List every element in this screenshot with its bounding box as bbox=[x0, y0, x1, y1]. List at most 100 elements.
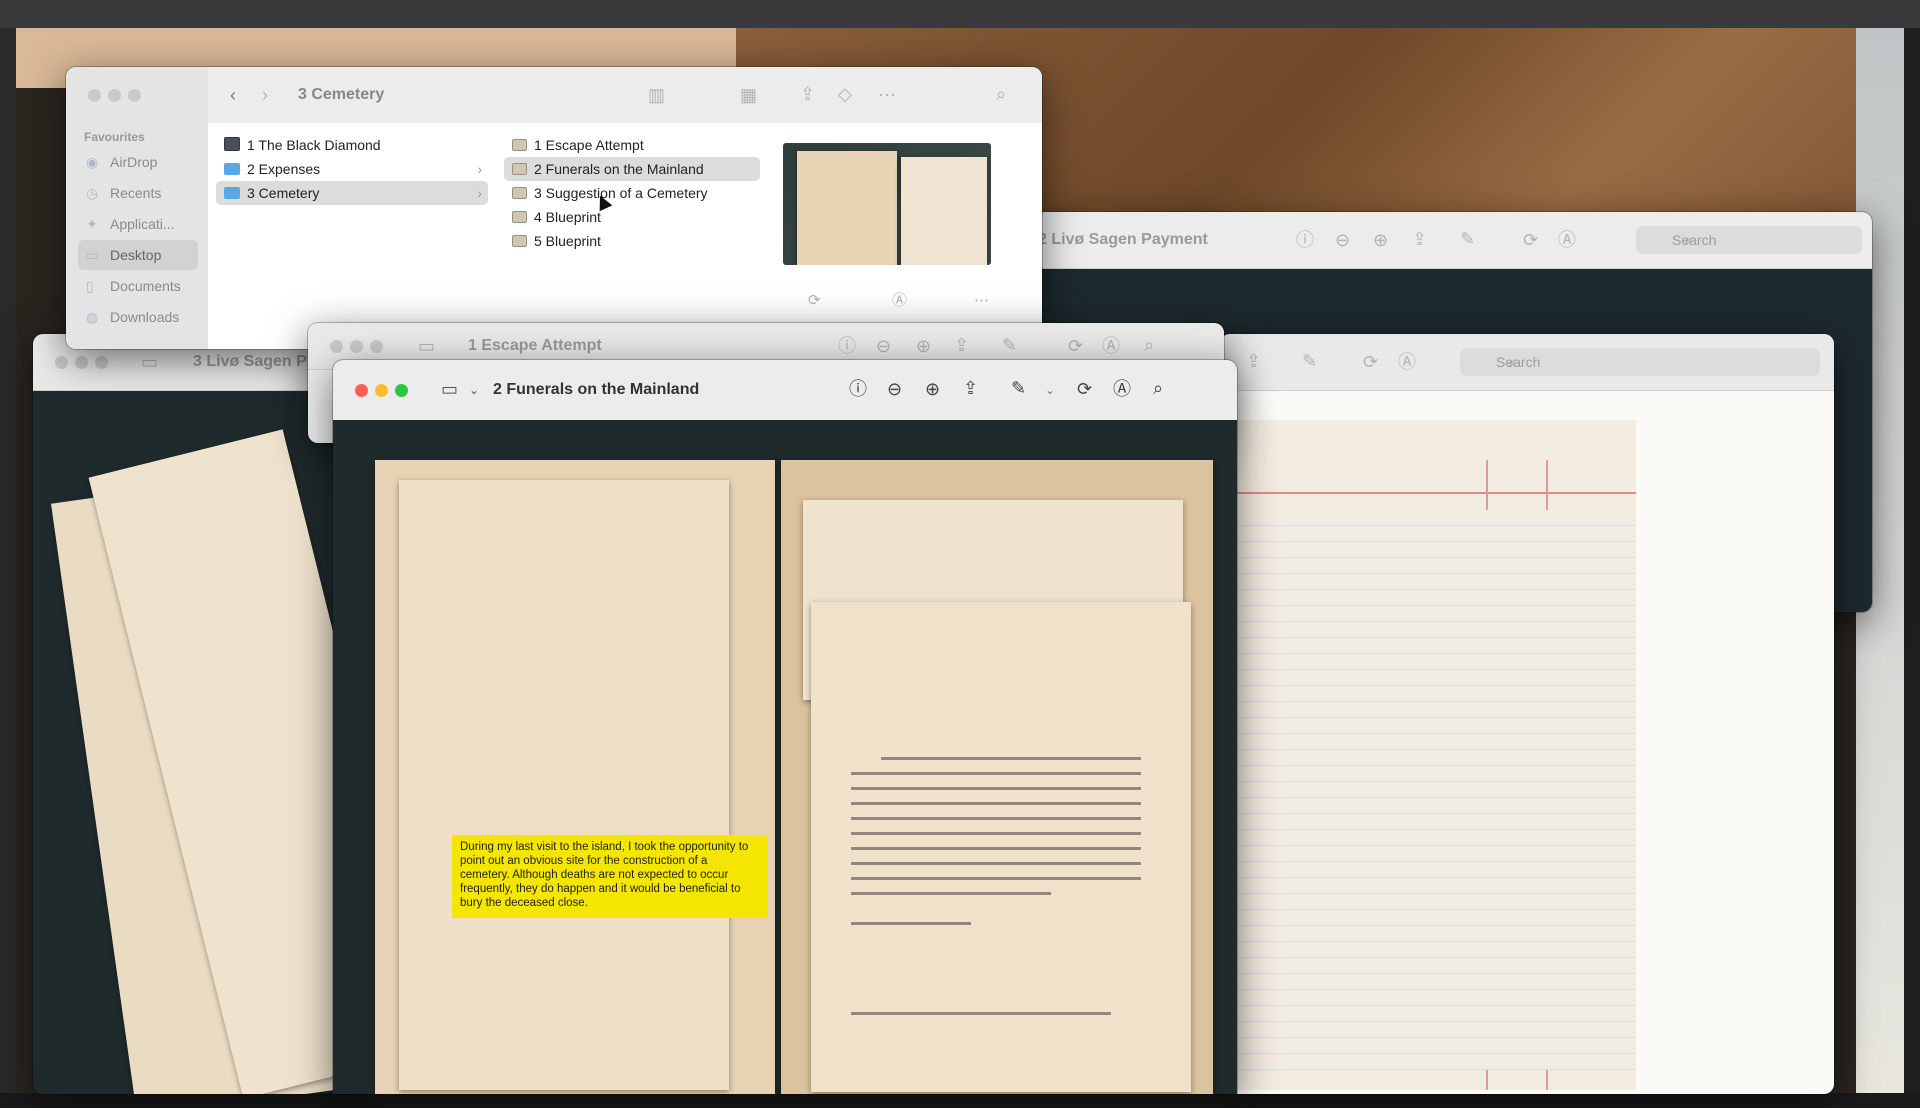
markup-pen-icon[interactable]: ✎ bbox=[1011, 378, 1026, 398]
list-item[interactable]: 3 Suggestion of a Cemetery bbox=[504, 181, 760, 205]
sidebar-item-applications[interactable]: ✦ Applicati... bbox=[78, 209, 198, 239]
share-icon[interactable]: ⇪ bbox=[1412, 229, 1427, 249]
close-button[interactable] bbox=[55, 356, 68, 369]
zoom-button[interactable] bbox=[370, 340, 383, 353]
search-icon[interactable]: ⌕ bbox=[996, 84, 1006, 104]
zoom-out-icon[interactable]: ⊖ bbox=[1335, 230, 1350, 250]
preview-window-livo-left[interactable]: ▭ 3 Livø Sagen P bbox=[33, 334, 363, 1094]
sidebar-toggle-icon[interactable]: ▭ bbox=[418, 336, 435, 356]
list-item-label: 4 Blueprint bbox=[534, 209, 601, 225]
zoom-button[interactable] bbox=[395, 384, 408, 397]
markup-icon[interactable]: Ⓐ bbox=[892, 291, 907, 311]
markup-icon[interactable]: Ⓐ bbox=[1558, 230, 1576, 250]
zoom-button[interactable] bbox=[95, 356, 108, 369]
sidebar-item-label: Recents bbox=[110, 185, 162, 201]
minimize-button[interactable] bbox=[75, 356, 88, 369]
minimize-button[interactable] bbox=[375, 384, 388, 397]
zoom-in-icon[interactable]: ⊕ bbox=[925, 379, 940, 399]
finder-toolbar[interactable]: ‹ › 3 Cemetery ▥ ▦ ⇪ ◇ ⋯ ⌕ bbox=[208, 67, 1042, 124]
minimize-button[interactable] bbox=[350, 340, 363, 353]
sidebar-item-recents[interactable]: ◷ Recents bbox=[78, 178, 198, 208]
close-button[interactable] bbox=[88, 89, 101, 102]
preview-window-ledger[interactable]: ⇪ ✎ ⟳ Ⓐ ⌕ Search bbox=[1220, 334, 1834, 1094]
tag-icon[interactable]: ◇ bbox=[838, 84, 852, 104]
info-icon[interactable]: ⓘ bbox=[838, 336, 856, 356]
info-icon[interactable]: ⓘ bbox=[1296, 230, 1314, 250]
sidebar-item-label: Desktop bbox=[110, 247, 162, 263]
back-icon[interactable]: ‹ bbox=[230, 85, 236, 105]
image-file-icon bbox=[512, 187, 527, 199]
sidebar-toggle-icon[interactable]: ▭ bbox=[441, 379, 458, 399]
markup-pen-icon[interactable]: ✎ bbox=[1460, 229, 1475, 249]
more-icon[interactable]: ⋯ bbox=[974, 291, 989, 311]
list-item[interactable]: 4 Blueprint bbox=[504, 205, 760, 229]
zoom-in-icon[interactable]: ⊕ bbox=[1373, 230, 1388, 250]
sidebar-item-desktop[interactable]: ▭ Desktop bbox=[78, 240, 198, 270]
chevron-down-icon[interactable]: ⌄ bbox=[1045, 380, 1055, 400]
annotation-note[interactable]: During my last visit to the island, I to… bbox=[452, 835, 768, 918]
share-icon[interactable]: ⇪ bbox=[954, 335, 969, 355]
finder-window[interactable]: Favourites ◉ AirDrop ◷ Recents ✦ Applicati.… bbox=[66, 67, 1042, 349]
sidebar-item-airdrop[interactable]: ◉ AirDrop bbox=[78, 147, 198, 177]
rotate-icon[interactable]: ⟳ bbox=[808, 291, 821, 311]
text-line bbox=[851, 832, 1141, 835]
list-item-label: 2 Funerals on the Mainland bbox=[534, 161, 704, 177]
group-icon[interactable]: ▦ bbox=[740, 85, 757, 105]
share-icon[interactable]: ⇪ bbox=[963, 378, 978, 398]
list-item[interactable]: 3 Cemetery › bbox=[216, 181, 488, 205]
finder-column-2: 1 Escape Attempt 2 Funerals on the Mainl… bbox=[496, 123, 769, 349]
close-button[interactable] bbox=[330, 340, 343, 353]
thumbnail-page bbox=[797, 151, 897, 265]
list-item[interactable]: 1 Escape Attempt bbox=[504, 133, 760, 157]
document-icon: ▯ bbox=[86, 278, 94, 294]
zoom-out-icon[interactable]: ⊖ bbox=[887, 379, 902, 399]
list-item[interactable]: 2 Expenses › bbox=[216, 157, 488, 181]
list-item-label: 5 Blueprint bbox=[534, 233, 601, 249]
window-titlebar[interactable]: ▭ ⌄ 2 Funerals on the Mainland ⓘ ⊖ ⊕ ⇪ ✎… bbox=[333, 360, 1237, 421]
markup-icon[interactable]: Ⓐ bbox=[1102, 336, 1120, 356]
search-icon[interactable]: ⌕ bbox=[1144, 335, 1154, 355]
finder-column-1: 1 The Black Diamond 2 Expenses › 3 Cemete… bbox=[208, 123, 497, 349]
view-columns-icon[interactable]: ▥ bbox=[648, 85, 665, 105]
rotate-icon[interactable]: ⟳ bbox=[1077, 379, 1092, 399]
rotate-icon[interactable]: ⟳ bbox=[1363, 352, 1378, 372]
window-titlebar[interactable]: 2 Livø Sagen Payment ⓘ ⊖ ⊕ ⇪ ✎ ⟳ Ⓐ ⌕ Sea… bbox=[990, 212, 1872, 269]
zoom-in-icon[interactable]: ⊕ bbox=[916, 336, 931, 356]
sidebar-heading: Favourites bbox=[84, 130, 145, 144]
share-icon[interactable]: ⇪ bbox=[800, 84, 815, 104]
search-input[interactable]: ⌕ Search bbox=[1460, 348, 1820, 376]
forward-icon[interactable]: › bbox=[262, 85, 268, 105]
list-item[interactable]: 2 Funerals on the Mainland bbox=[504, 157, 760, 181]
window-titlebar[interactable]: ⇪ ✎ ⟳ Ⓐ ⌕ Search bbox=[1220, 334, 1834, 391]
markup-pen-icon[interactable]: ✎ bbox=[1002, 335, 1017, 355]
zoom-out-icon[interactable]: ⊖ bbox=[876, 336, 891, 356]
list-item-label: 1 The Black Diamond bbox=[247, 137, 381, 153]
search-input[interactable]: ⌕ Search bbox=[1636, 226, 1862, 254]
chevron-down-icon[interactable]: ⌄ bbox=[469, 380, 479, 400]
zoom-button[interactable] bbox=[128, 89, 141, 102]
markup-pen-icon[interactable]: ✎ bbox=[1302, 351, 1317, 371]
list-item[interactable]: 1 The Black Diamond bbox=[216, 133, 488, 157]
rotate-icon[interactable]: ⟳ bbox=[1523, 230, 1538, 250]
markup-icon[interactable]: Ⓐ bbox=[1113, 379, 1131, 399]
list-item-label: 2 Expenses bbox=[247, 161, 321, 177]
sidebar-item-downloads[interactable]: ◍ Downloads bbox=[78, 302, 198, 332]
info-icon[interactable]: ⓘ bbox=[849, 379, 867, 399]
search-icon[interactable]: ⌕ bbox=[1153, 378, 1163, 398]
rotate-icon[interactable]: ⟳ bbox=[1068, 336, 1083, 356]
close-button[interactable] bbox=[355, 384, 368, 397]
search-icon: ⌕ bbox=[1684, 232, 1692, 248]
share-icon[interactable]: ⇪ bbox=[1246, 351, 1261, 371]
more-icon[interactable]: ⋯ bbox=[878, 85, 896, 105]
sidebar-item-label: Documents bbox=[110, 278, 181, 294]
list-item[interactable]: 5 Blueprint bbox=[504, 229, 760, 253]
sidebar-toggle-icon[interactable]: ▭ bbox=[141, 352, 158, 372]
text-line bbox=[851, 772, 1141, 775]
minimize-button[interactable] bbox=[108, 89, 121, 102]
image-icon bbox=[224, 137, 240, 151]
sidebar-item-documents[interactable]: ▯ Documents bbox=[78, 271, 198, 301]
markup-icon[interactable]: Ⓐ bbox=[1398, 352, 1416, 372]
finder-preview-pane: ⟳ Ⓐ ⋯ bbox=[768, 123, 1042, 349]
document-letter-front bbox=[811, 602, 1191, 1092]
preview-window-funerals[interactable]: ▭ ⌄ 2 Funerals on the Mainland ⓘ ⊖ ⊕ ⇪ ✎… bbox=[333, 360, 1237, 1094]
